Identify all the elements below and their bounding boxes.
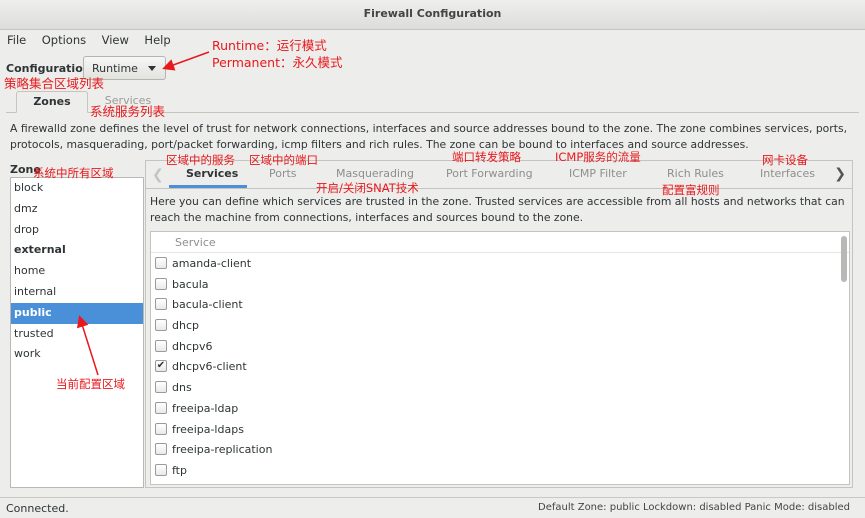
annotation-all-zones: 系统中所有区域: [33, 166, 114, 180]
zone-item-block[interactable]: block: [11, 178, 143, 199]
checkbox[interactable]: [155, 463, 167, 476]
zone-settings-panel: ❮ Services Ports Masquerading Port Forwa…: [145, 160, 853, 488]
annotation-services-list: 系统服务列表: [90, 104, 166, 119]
zone-item-home[interactable]: home: [11, 261, 143, 282]
arrow-runtime: [162, 51, 210, 71]
zone-item-trusted[interactable]: trusted: [11, 324, 143, 345]
annotation-rich-rules: 配置富规则: [662, 183, 720, 197]
zone-item-internal[interactable]: internal: [11, 282, 143, 303]
list-item: dns: [151, 377, 849, 398]
chevron-down-icon: [148, 66, 156, 71]
checkbox[interactable]: [155, 381, 167, 394]
annotation-zone-services: 区域中的服务: [166, 153, 235, 167]
services-list: Service amanda-client bacula bacula-clie…: [150, 231, 850, 485]
annotation-snat: 开启/关闭SNAT技术: [316, 181, 419, 195]
zone-item-public[interactable]: public: [11, 302, 143, 324]
tab-ports[interactable]: Ports: [269, 167, 297, 180]
list-item: freeipa-ldap: [151, 398, 849, 419]
menu-help[interactable]: Help: [137, 31, 170, 47]
menu-options[interactable]: Options: [35, 31, 86, 47]
annotation-zone-ports: 区域中的端口: [249, 153, 318, 167]
list-item: bacula: [151, 274, 849, 295]
tab-rich-rules[interactable]: Rich Rules: [667, 167, 724, 180]
active-tab-indicator: [169, 185, 247, 188]
zone-list: block dmz drop external home internal pu…: [10, 177, 144, 488]
tab-services-inner[interactable]: Services: [186, 167, 238, 180]
checkbox-checked[interactable]: ✔: [155, 360, 167, 373]
checkbox[interactable]: [155, 319, 167, 332]
annotation-permanent: Permanent：永久模式: [212, 55, 343, 70]
configuration-value: Runtime: [92, 62, 138, 75]
window-title: Firewall Configuration: [363, 7, 502, 20]
tab-icmp-filter[interactable]: ICMP Filter: [569, 167, 627, 180]
status-bar: Connected. Default Zone: public Lockdown…: [0, 497, 865, 518]
tab-interfaces[interactable]: Interfaces: [760, 167, 815, 180]
menu-view[interactable]: View: [95, 31, 129, 47]
list-item: ✔ dhcpv6-client: [155, 360, 247, 374]
tab-masquerading[interactable]: Masquerading: [336, 167, 414, 180]
list-item: amanda-client: [151, 253, 849, 274]
list-item: dhcpv6: [151, 336, 849, 357]
list-item: bacula-client: [151, 294, 849, 315]
services-description: Here you can define which services are t…: [150, 195, 845, 224]
zone-item-drop[interactable]: drop: [11, 220, 143, 241]
checkbox[interactable]: [155, 339, 167, 352]
list-item: ftp: [151, 460, 849, 481]
annotation-nic: 网卡设备: [762, 153, 808, 167]
status-zone-info: Default Zone: public Lockdown: disabled …: [538, 502, 850, 513]
checkbox[interactable]: [155, 401, 167, 414]
annotation-runtime: Runtime：运行模式: [212, 38, 327, 53]
scroll-left-icon[interactable]: ❮: [152, 167, 164, 183]
list-item: freeipa-replication: [151, 439, 849, 460]
menu-bar: File Options View Help: [0, 31, 865, 51]
annotation-icmp: ICMP服务的流量: [555, 150, 641, 164]
zone-item-dmz[interactable]: dmz: [11, 199, 143, 220]
annotation-port-forward: 端口转发策略: [452, 150, 521, 164]
tab-port-forwarding[interactable]: Port Forwarding: [446, 167, 533, 180]
checkbox[interactable]: [155, 298, 167, 311]
annotation-zone-list: 策略集合区域列表: [4, 76, 105, 91]
checkbox[interactable]: [155, 422, 167, 435]
checkbox[interactable]: [155, 257, 167, 269]
zone-item-external[interactable]: external: [11, 240, 143, 261]
menu-file[interactable]: File: [0, 31, 26, 47]
configuration-label: Configuration:: [6, 62, 95, 75]
zone-description: A firewalld zone defines the level of tr…: [10, 122, 848, 151]
checkbox[interactable]: [155, 443, 167, 456]
checkbox[interactable]: [155, 277, 167, 290]
annotation-current-zone: 当前配置区域: [56, 377, 125, 391]
tab-zones[interactable]: Zones: [16, 91, 88, 113]
services-column-header[interactable]: Service: [151, 232, 849, 253]
window-titlebar: Firewall Configuration: [0, 0, 865, 30]
list-item: freeipa-ldaps: [151, 419, 849, 440]
zone-item-work[interactable]: work: [11, 344, 143, 365]
status-text: Connected.: [6, 502, 69, 515]
list-item: dhcp: [151, 315, 849, 336]
scroll-right-icon[interactable]: ❯: [834, 166, 846, 182]
scrollbar[interactable]: [841, 236, 847, 282]
